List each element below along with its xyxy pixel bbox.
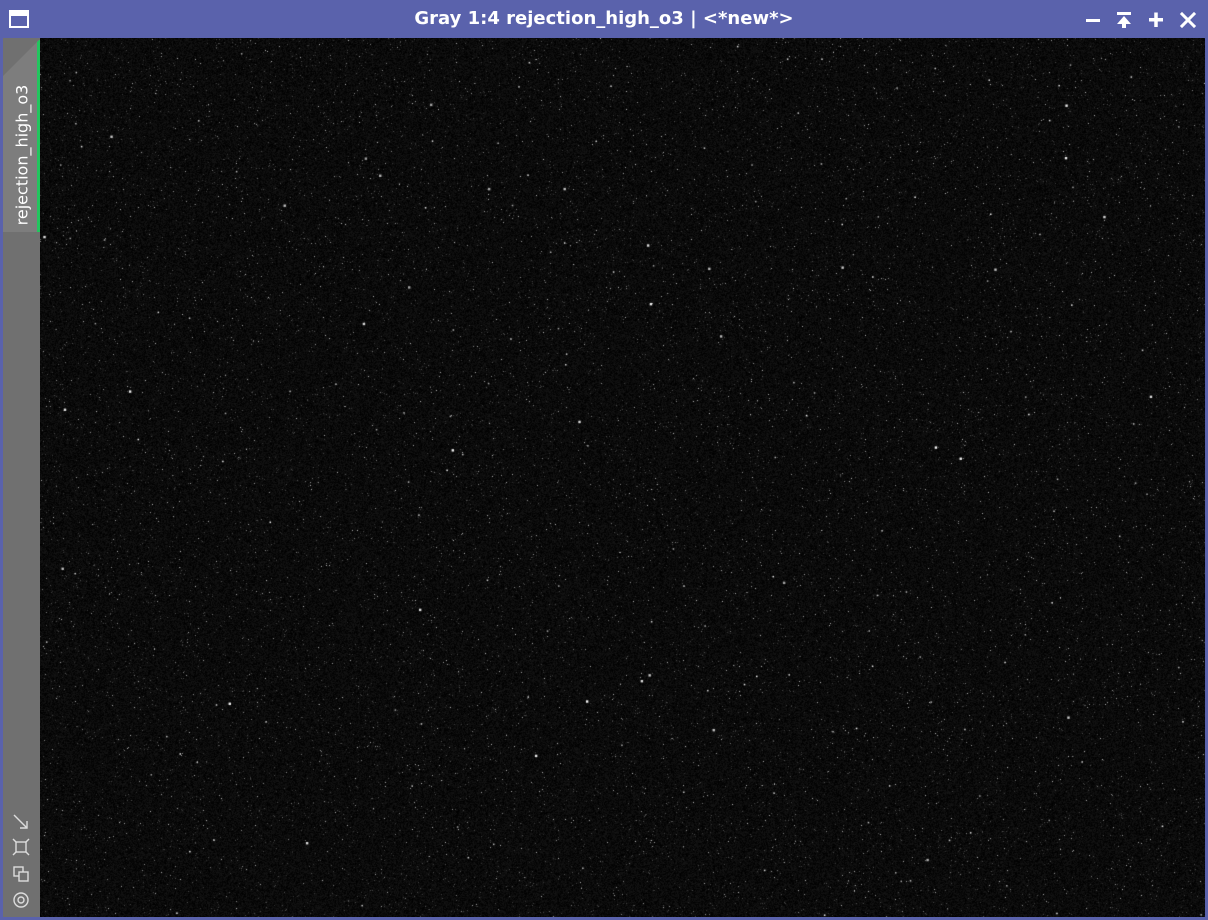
star-field-image[interactable] bbox=[40, 38, 1205, 917]
close-button[interactable] bbox=[1178, 10, 1198, 30]
image-window: Gray 1:4 rejection_high_o3 | <*new*> rej… bbox=[0, 0, 1208, 920]
close-icon bbox=[1179, 11, 1197, 29]
image-view[interactable] bbox=[40, 38, 1205, 917]
view-tab-label: rejection_high_o3 bbox=[12, 84, 32, 226]
shade-icon bbox=[1117, 12, 1131, 28]
maximize-button[interactable] bbox=[1146, 10, 1166, 30]
zoom-to-fit-icon[interactable] bbox=[12, 813, 30, 831]
fit-view-icon[interactable] bbox=[12, 838, 30, 856]
window-title: Gray 1:4 rejection_high_o3 | <*new*> bbox=[414, 8, 794, 29]
minus-icon bbox=[1086, 19, 1100, 22]
minimize-button[interactable] bbox=[1083, 10, 1103, 30]
clone-view-icon[interactable] bbox=[12, 865, 30, 883]
shade-button[interactable] bbox=[1114, 10, 1134, 30]
preview-icon[interactable] bbox=[12, 891, 30, 909]
window-menu-icon[interactable] bbox=[9, 10, 29, 28]
view-tab[interactable]: rejection_high_o3 bbox=[3, 40, 40, 232]
title-bar[interactable]: Gray 1:4 rejection_high_o3 | <*new*> bbox=[0, 0, 1208, 38]
view-sidebar: rejection_high_o3 bbox=[3, 38, 40, 917]
plus-icon bbox=[1149, 12, 1163, 27]
